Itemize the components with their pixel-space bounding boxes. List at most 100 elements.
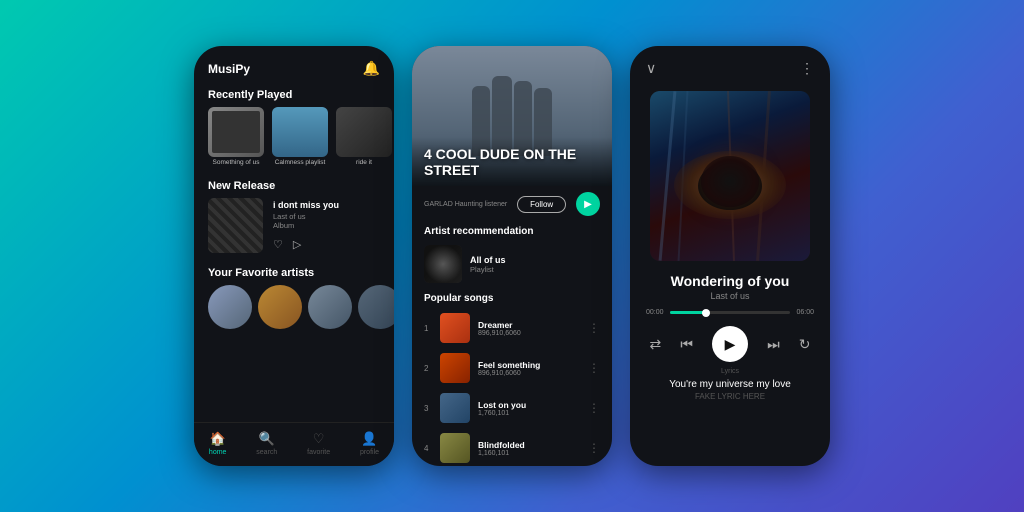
album-art-ride bbox=[336, 107, 392, 157]
rec-art bbox=[424, 245, 462, 283]
new-release-track-detail: Album bbox=[273, 221, 380, 230]
play-icon[interactable]: ▷ bbox=[293, 238, 301, 251]
new-release-track-artist: Last of us bbox=[273, 212, 380, 221]
new-release-info: i dont miss you Last of us Album ♡ ▷ bbox=[273, 200, 380, 251]
song-row-4[interactable]: 4 Blindfolded 1,160,101 ⋮ bbox=[412, 428, 612, 466]
home-icon: 🏠 bbox=[210, 431, 226, 447]
album-art-calmness bbox=[272, 107, 328, 157]
song-meta-2: 896,910,6060 bbox=[478, 370, 580, 377]
next-track-icon[interactable]: ⏭ bbox=[767, 336, 780, 353]
new-release-art bbox=[208, 198, 263, 253]
rec-title: All of us bbox=[470, 255, 506, 265]
app-logo: MusiPy bbox=[208, 62, 250, 76]
artist-rec-row[interactable]: All of us Playlist bbox=[412, 241, 612, 289]
more-options-icon[interactable]: ⋮ bbox=[800, 60, 814, 77]
nav-profile-label: profile bbox=[360, 449, 379, 456]
phone-right: ∨ ⋮ Wondering of you Last of us 00:00 bbox=[630, 46, 830, 466]
profile-icon: 👤 bbox=[361, 431, 377, 447]
song-num-4: 4 bbox=[424, 444, 432, 453]
song-row-3[interactable]: 3 Lost on you 1,760,101 ⋮ bbox=[412, 388, 612, 428]
right-header: ∨ ⋮ bbox=[630, 46, 830, 83]
new-release-title: New Release bbox=[194, 174, 394, 198]
nav-profile[interactable]: 👤 profile bbox=[360, 431, 379, 456]
favorite-icon: ♡ bbox=[313, 431, 325, 447]
song-num-2: 2 bbox=[424, 364, 432, 373]
repeat-icon[interactable]: ↻ bbox=[799, 336, 811, 353]
artist-rec-title: Artist recommendation bbox=[412, 222, 612, 241]
time-total: 06:00 bbox=[796, 309, 814, 316]
fav-artists-list bbox=[194, 285, 394, 337]
song-title-2: Feel something bbox=[478, 360, 580, 370]
song-title-1: Dreamer bbox=[478, 320, 580, 330]
song-num-1: 1 bbox=[424, 324, 432, 333]
song-art-4 bbox=[440, 433, 470, 463]
artist-circle-2[interactable] bbox=[258, 285, 302, 329]
song-meta-1: 896,910,6060 bbox=[478, 330, 580, 337]
album-item[interactable]: ride it bbox=[336, 107, 392, 166]
lyrics-line-2: FAKE LYRIC HERE bbox=[630, 390, 830, 403]
song-row-1[interactable]: 1 Dreamer 896,910,6060 ⋮ bbox=[412, 308, 612, 348]
lyrics-line-1: You're my universe my love bbox=[630, 379, 830, 390]
new-release-actions: ♡ ▷ bbox=[273, 238, 380, 251]
song-info-4: Blindfolded 1,160,101 bbox=[478, 440, 580, 457]
eye-abstract-art bbox=[650, 91, 810, 261]
recently-played-title: Recently Played bbox=[194, 83, 394, 107]
album-label-something: Something of us bbox=[208, 159, 264, 166]
song-info-1: Dreamer 896,910,6060 bbox=[478, 320, 580, 337]
song-info-3: Lost on you 1,760,101 bbox=[478, 400, 580, 417]
progress-row: 00:00 06:00 bbox=[630, 309, 830, 316]
recently-played-list: Something of us Calmness playlist ride i… bbox=[194, 107, 394, 174]
progress-dot bbox=[702, 309, 710, 317]
song-art-1 bbox=[440, 313, 470, 343]
song-meta-3: 1,760,101 bbox=[478, 410, 580, 417]
artist-circle-3[interactable] bbox=[308, 285, 352, 329]
song-title-3: Lost on you bbox=[478, 400, 580, 410]
song-num-3: 3 bbox=[424, 404, 432, 413]
song-art-3 bbox=[440, 393, 470, 423]
prev-track-icon[interactable]: ⏮ bbox=[680, 336, 693, 353]
nav-search[interactable]: 🔍 search bbox=[256, 431, 277, 456]
more-icon-4[interactable]: ⋮ bbox=[588, 441, 600, 455]
main-container: MusiPy 🔔 Recently Played Something of us… bbox=[174, 26, 850, 486]
album-label-ride: ride it bbox=[336, 159, 392, 166]
chevron-down-icon[interactable]: ∨ bbox=[646, 60, 656, 77]
more-icon-2[interactable]: ⋮ bbox=[588, 361, 600, 375]
band-hero: 4 COOL DUDE ON THE STREET bbox=[412, 46, 612, 186]
now-playing-title: Wondering of you bbox=[630, 273, 830, 289]
lyrics-label: Lyrics bbox=[630, 368, 830, 375]
left-header: MusiPy 🔔 bbox=[194, 46, 394, 83]
artist-circle-4[interactable] bbox=[358, 285, 394, 329]
more-icon-1[interactable]: ⋮ bbox=[588, 321, 600, 335]
play-pause-button[interactable]: ▶ bbox=[712, 326, 748, 362]
band-name: 4 COOL DUDE ON THE STREET bbox=[424, 147, 600, 178]
more-icon-3[interactable]: ⋮ bbox=[588, 401, 600, 415]
song-title-4: Blindfolded bbox=[478, 440, 580, 450]
search-icon: 🔍 bbox=[259, 431, 275, 447]
nav-fav-label: favorite bbox=[307, 449, 330, 456]
progress-bar[interactable] bbox=[670, 311, 791, 314]
artist-circle-1[interactable] bbox=[208, 285, 252, 329]
bell-icon[interactable]: 🔔 bbox=[363, 60, 380, 77]
time-current: 00:00 bbox=[646, 309, 664, 316]
song-art-2 bbox=[440, 353, 470, 383]
follow-button[interactable]: Follow bbox=[517, 196, 566, 213]
shuffle-button[interactable]: ▶ bbox=[576, 192, 600, 216]
rec-info: All of us Playlist bbox=[470, 255, 506, 274]
album-item[interactable]: Calmness playlist bbox=[272, 107, 328, 166]
album-item[interactable]: Something of us bbox=[208, 107, 264, 166]
artist-sub: GARLAD Haunting listener bbox=[424, 201, 507, 208]
follow-row: GARLAD Haunting listener Follow ▶ bbox=[412, 186, 612, 222]
progress-fill bbox=[670, 311, 706, 314]
new-release-row: i dont miss you Last of us Album ♡ ▷ bbox=[194, 198, 394, 261]
album-label-calmness: Calmness playlist bbox=[272, 159, 328, 166]
album-art-something bbox=[208, 107, 264, 157]
popular-songs-list: 1 Dreamer 896,910,6060 ⋮ 2 Feel somethin… bbox=[412, 308, 612, 466]
nav-favorite[interactable]: ♡ favorite bbox=[307, 431, 330, 456]
phone-center: 4 COOL DUDE ON THE STREET GARLAD Hauntin… bbox=[412, 46, 612, 466]
heart-icon[interactable]: ♡ bbox=[273, 238, 283, 251]
song-row-2[interactable]: 2 Feel something 896,910,6060 ⋮ bbox=[412, 348, 612, 388]
nav-home[interactable]: 🏠 home bbox=[209, 431, 227, 456]
shuffle-control-icon[interactable]: ⇄ bbox=[650, 336, 662, 353]
band-hero-overlay: 4 COOL DUDE ON THE STREET bbox=[412, 137, 612, 186]
fav-artists-title: Your Favorite artists bbox=[194, 261, 394, 285]
